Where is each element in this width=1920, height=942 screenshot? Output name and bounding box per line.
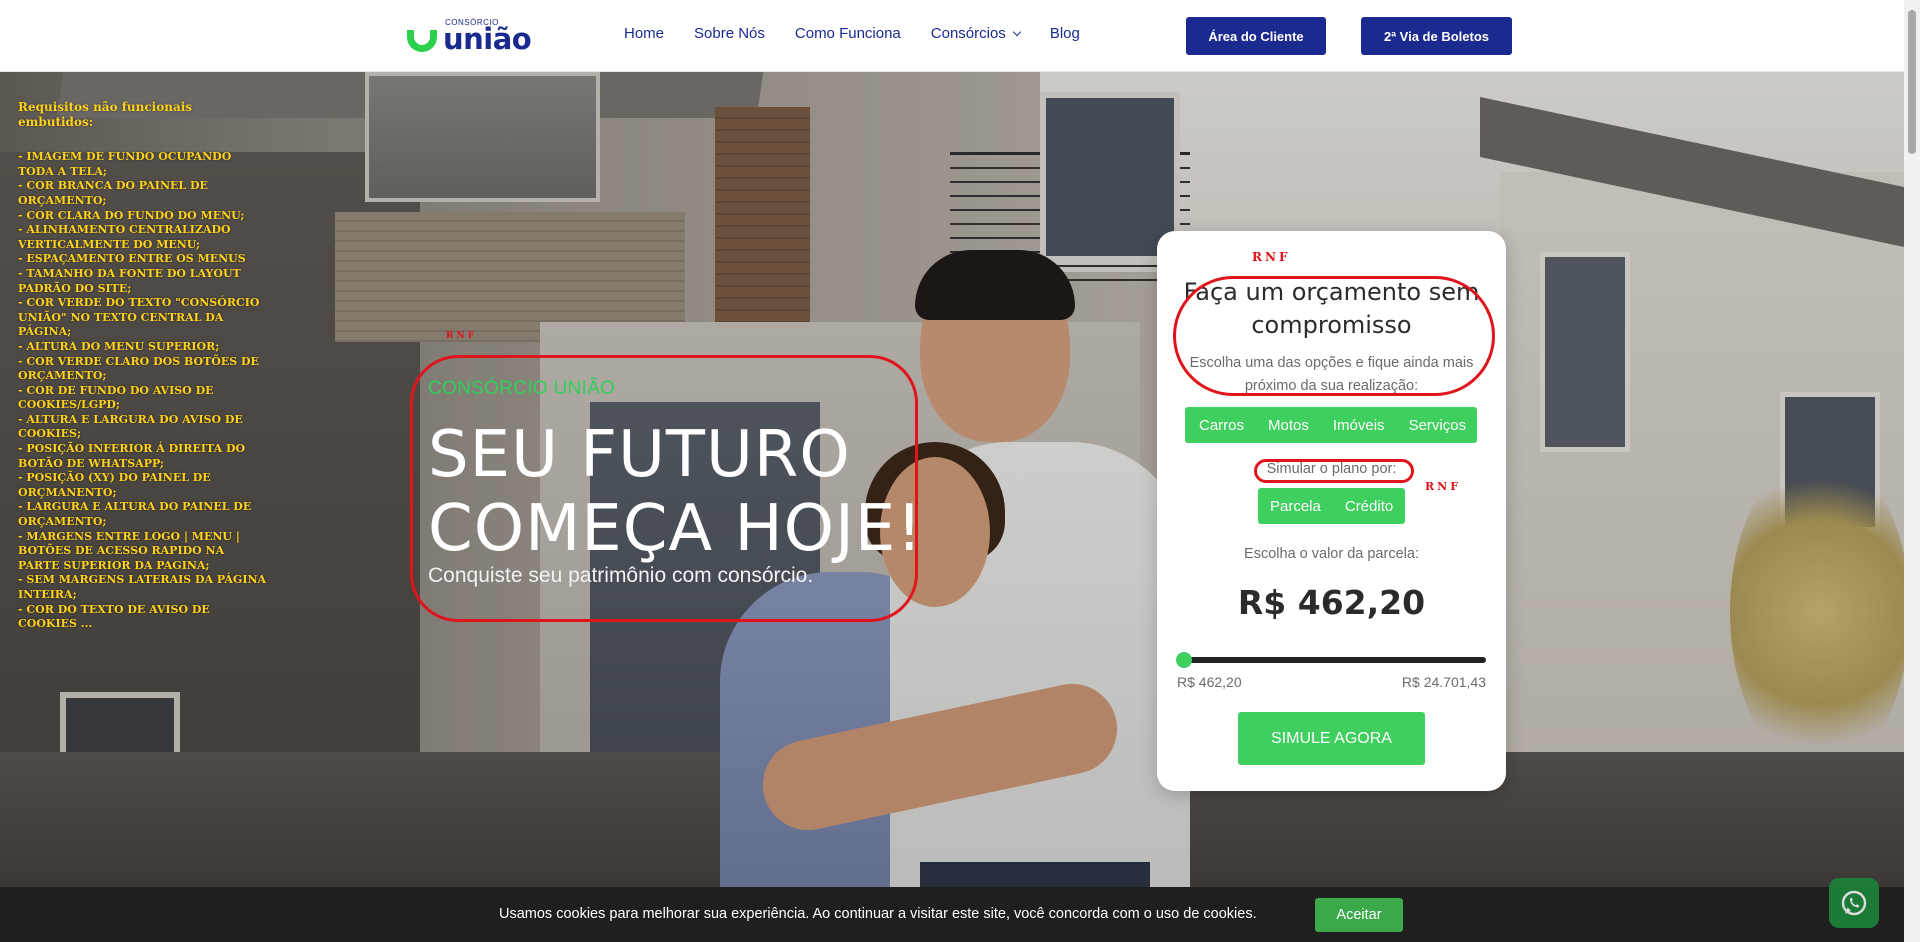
requirement-item: - ESPAÇAMENTO ENTRE OS MENUS [18,252,246,266]
requirement-item: - POSIÇÃO (XY) DO PAINEL DE ORÇMANENTO; [18,471,211,499]
chevron-down-icon [1012,27,1022,36]
nav-sobre-nos-label: Sobre Nós [694,25,765,42]
slider-max-label: R$ 24.701,43 [1401,674,1486,690]
simule-agora-button[interactable]: SIMULE AGORA [1238,712,1425,765]
logo[interactable]: CONSÓRCIO união [405,18,550,56]
site-header: CONSÓRCIO união Home Sobre Nós Como Func… [0,0,1904,72]
rnf-label: RNF [1252,250,1291,264]
category-imoveis-button[interactable]: Imóveis [1321,407,1397,443]
scrollbar-thumb[interactable] [1908,10,1916,154]
nav-blog[interactable]: Blog [1050,25,1080,42]
whatsapp-icon [1841,890,1867,916]
annotation-oval-simulate-by [1254,459,1414,483]
nav-consorcios[interactable]: Consórcios [930,25,1022,42]
requirements-list: Requisitos não funcionais embutidos: - I… [18,100,268,632]
slider-handle[interactable] [1176,652,1192,668]
requirement-item: - COR VERDE DO TEXTO "CONSÓRCIO UNIÃO" N… [18,296,260,339]
annotation-oval-panel-title [1173,276,1495,396]
cookie-message: Usamos cookies para melhorar sua experiê… [499,906,1257,922]
requirement-item: - IMAGEM DE FUNDO OCUPANDO TODA A TELA; [18,150,232,178]
nav-sobre-nos[interactable]: Sobre Nós [694,25,765,42]
annotation-oval-hero [410,355,918,622]
requirement-item: - POSIÇÃO INFERIOR Á DIREITA DO BOTÃO DE… [18,442,246,470]
category-motos-button[interactable]: Motos [1256,407,1321,443]
slider-track [1177,657,1486,663]
area-cliente-button[interactable]: Área do Cliente [1186,17,1326,55]
requirement-item: - ALTURA DO MENU SUPERIOR; [18,339,220,353]
category-carros-button[interactable]: Carros [1187,407,1256,443]
nav-home-label: Home [624,25,665,42]
nav-como-funciona-label: Como Funciona [794,25,901,42]
cookie-banner: Usamos cookies para melhorar sua experiê… [0,887,1904,942]
requirement-item: - ALINHAMENTO CENTRALIZADO VERTICALMENTE… [18,223,231,251]
main-nav: Home Sobre Nós Como Funciona Consórcios … [624,25,1110,42]
requirement-item: - ALTURA E LARGURA DO AVISO DE COOKIES; [18,412,243,441]
choose-value-label: Escolha o valor da parcela: [1244,546,1419,562]
nav-blog-label: Blog [1049,25,1080,42]
requirement-item: - TAMANHO DA FONTE DO LAYOUT PADRÃO DO S… [18,266,241,295]
simulate-parcela-button[interactable]: Parcela [1258,488,1333,524]
value-slider[interactable] [1176,652,1486,668]
current-value: R$ 462,20 [1237,583,1426,622]
category-selector: Carros Motos Imóveis Serviços [1185,407,1477,443]
rnf-label: RNF [446,331,478,341]
page-scrollbar[interactable] [1904,0,1920,942]
requirements-title: Requisitos não funcionais embutidos: [18,100,193,129]
segunda-via-boletos-button[interactable]: 2ª Via de Boletos [1361,17,1512,55]
whatsapp-button[interactable] [1829,878,1879,928]
simulate-by-selector: Parcela Crédito [1258,488,1406,524]
cookie-accept-button[interactable]: Aceitar [1315,898,1403,932]
requirement-item: - COR BRANCA DO PAINEL DE ORÇAMENTO; [18,179,208,207]
logo-u-icon [407,30,437,52]
nav-como-funciona[interactable]: Como Funciona [795,25,901,42]
requirement-item: - COR DE FUNDO DO AVISO DE COOKIES/LGPD; [18,383,214,412]
requirement-item: - COR DO TEXTO DE AVISO DE COOKIES ... [18,602,210,631]
slider-min-label: R$ 462,20 [1177,674,1242,690]
hero-background-image [0,72,1904,942]
simulate-credito-button[interactable]: Crédito [1333,488,1405,524]
requirement-item: - SEM MARGENS LATERAIS DA PÁGINA INTEIRA… [18,573,267,601]
requirement-item: - COR VERDE CLARO DOS BOTÕES DE ORÇAMENT… [18,354,259,383]
rnf-label: RNF [1425,480,1462,493]
requirement-item: - COR CLARA DO FUNDO DO MENU; [18,208,245,222]
nav-home[interactable]: Home [624,25,664,42]
requirement-item: - LARGURA E ALTURA DO PAINEL DE ORÇAMENT… [18,500,252,529]
requirement-item: - MARGENS ENTRE LOGO | MENU | BOTÕES DE … [18,529,240,572]
nav-consorcios-label: Consórcios [930,25,1006,42]
logo-text: união [443,22,532,56]
category-servicos-button[interactable]: Serviços [1397,407,1479,443]
